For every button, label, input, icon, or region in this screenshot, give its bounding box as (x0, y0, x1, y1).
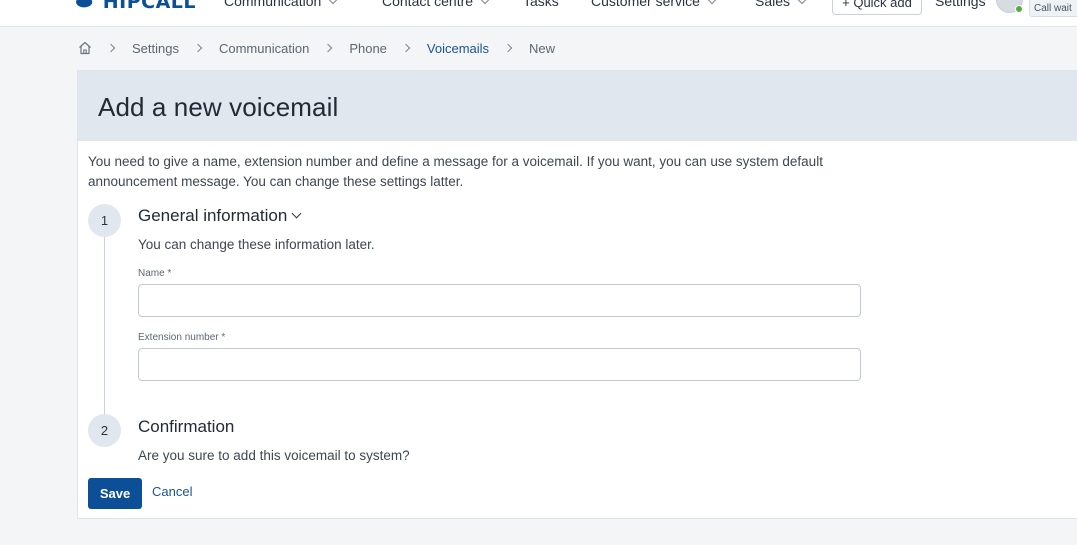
quick-add-button[interactable]: + Quick add (832, 0, 922, 15)
breadcrumb-separator-icon (193, 43, 203, 53)
breadcrumb-separator-icon (324, 43, 333, 53)
app-logo[interactable]: ⬬ HIPCALL (76, 0, 196, 13)
save-button[interactable]: Save (88, 478, 142, 509)
page-title: Add a new voicemail (98, 92, 339, 122)
breadcrumb: Settings Communication Phone Voicemails … (78, 39, 555, 57)
voicemail-form-card: Add a new voicemail You need to give a n… (77, 70, 1077, 519)
nav-item-communication[interactable]: Communication (224, 0, 338, 9)
extension-number-label: Extension number * (138, 332, 226, 343)
breadcrumb-new: New (529, 40, 556, 56)
logo-text: HIPCALL (102, 0, 196, 13)
chevron-down-icon (329, 0, 338, 5)
intro-text: You need to give a name, extension numbe… (88, 154, 823, 189)
step-description-general: You can change these information later. (138, 237, 375, 252)
nav-item-tasks[interactable]: Tasks (523, 0, 559, 9)
logo-mark-icon: ⬬ (76, 0, 93, 13)
name-label: Name * (138, 268, 172, 279)
card-header: Add a new voicemail (78, 71, 1077, 141)
chevron-down-icon (480, 0, 490, 5)
breadcrumb-separator-icon (106, 43, 116, 53)
chevron-down-icon (707, 0, 717, 5)
breadcrumb-separator-icon (401, 43, 411, 53)
step-number-2: 2 (88, 414, 121, 447)
breadcrumb-settings[interactable]: Settings (132, 41, 179, 56)
step-description-confirmation: Are you sure to add this voicemail to sy… (138, 448, 410, 463)
cancel-button[interactable]: Cancel (152, 484, 192, 499)
breadcrumb-voicemails[interactable]: Voicemails (427, 41, 489, 56)
step-number-1: 1 (88, 204, 121, 237)
nav-item-sales[interactable]: Sales (755, 0, 807, 9)
user-status-badge[interactable]: Call wait (1029, 0, 1077, 17)
breadcrumb-communication[interactable]: Communication (219, 41, 309, 56)
top-navigation: ⬬ HIPCALL Communication Contact centre Ta… (0, 0, 1077, 27)
step-title-confirmation: Confirmation (138, 417, 235, 436)
breadcrumb-phone[interactable]: Phone (349, 41, 387, 56)
chevron-down-icon (797, 0, 807, 5)
online-status-icon (1015, 5, 1023, 13)
breadcrumb-separator-icon (503, 43, 513, 53)
home-icon[interactable] (78, 41, 92, 55)
name-input[interactable] (138, 284, 861, 317)
extension-number-input[interactable] (138, 348, 861, 381)
step-connector-line (104, 233, 105, 418)
nav-item-customer-service[interactable]: Customer service (591, 0, 717, 9)
chevron-down-icon (291, 208, 302, 219)
step-title-general-information[interactable]: General information (138, 206, 302, 226)
nav-item-contact-centre[interactable]: Contact centre (382, 0, 490, 9)
nav-settings-link[interactable]: Settings (935, 0, 986, 9)
